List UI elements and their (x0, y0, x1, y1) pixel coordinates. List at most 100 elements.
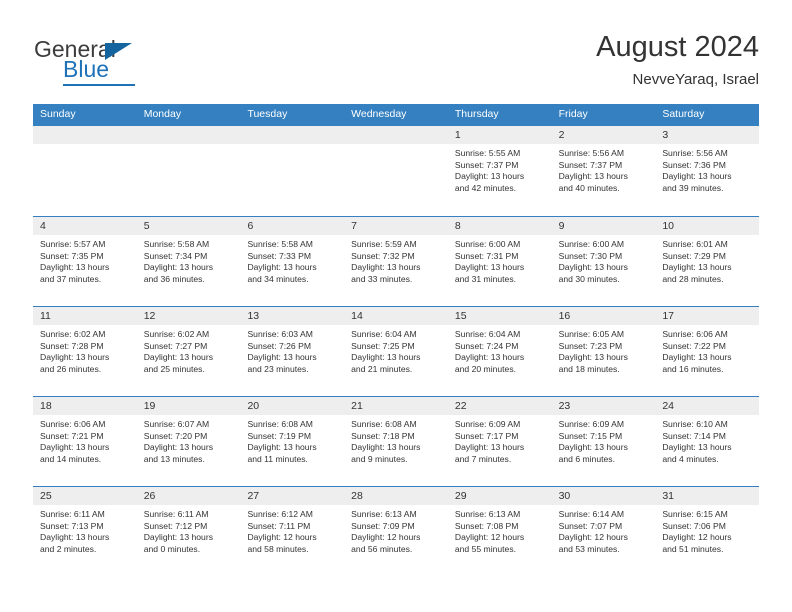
day-cell[interactable]: 21 Sunrise: 6:08 AM Sunset: 7:18 PM Dayl… (344, 397, 448, 486)
sunrise-text: Sunrise: 6:04 AM (351, 329, 417, 339)
day-number: 7 (344, 217, 448, 235)
day-number: 26 (136, 487, 241, 505)
day-details: Sunrise: 6:13 AM Sunset: 7:09 PM Dayligh… (344, 505, 448, 555)
day-cell[interactable]: 18 Sunrise: 6:06 AM Sunset: 7:21 PM Dayl… (33, 397, 137, 486)
daylight-text-line2: and 14 minutes. (40, 453, 102, 464)
week-row: 11 Sunrise: 6:02 AM Sunset: 7:28 PM Dayl… (33, 306, 760, 396)
daylight-text-line1: Daylight: 12 hours (247, 532, 317, 543)
day-details (344, 144, 448, 148)
day-details: Sunrise: 6:02 AM Sunset: 7:28 PM Dayligh… (33, 325, 137, 375)
daylight-text-line2: and 56 minutes. (351, 543, 413, 554)
sunrise-text: Sunrise: 6:12 AM (247, 509, 313, 519)
day-cell[interactable]: 13 Sunrise: 6:03 AM Sunset: 7:26 PM Dayl… (240, 307, 345, 396)
daylight-text-line2: and 31 minutes. (454, 273, 517, 284)
triangle-icon (105, 43, 132, 60)
weekday-header-friday: Friday (558, 108, 588, 120)
day-cell[interactable]: 10 Sunrise: 6:01 AM Sunset: 7:29 PM Dayl… (655, 217, 760, 306)
day-cell[interactable]: 31 Sunrise: 6:15 AM Sunset: 7:06 PM Dayl… (655, 487, 760, 576)
day-cell[interactable]: 7 Sunrise: 5:59 AM Sunset: 7:32 PM Dayli… (344, 217, 448, 306)
day-details: Sunrise: 5:55 AM Sunset: 7:37 PM Dayligh… (448, 144, 552, 194)
day-cell[interactable]: 28 Sunrise: 6:13 AM Sunset: 7:09 PM Dayl… (344, 487, 448, 576)
page-header: General Blue August 2024 NevveYaraq, Isr… (0, 0, 792, 103)
daylight-text-line2: and 36 minutes. (143, 273, 205, 284)
day-details: Sunrise: 6:10 AM Sunset: 7:14 PM Dayligh… (655, 415, 759, 465)
day-details: Sunrise: 6:04 AM Sunset: 7:24 PM Dayligh… (448, 325, 552, 375)
day-cell[interactable]: 27 Sunrise: 6:12 AM Sunset: 7:11 PM Dayl… (240, 487, 345, 576)
title-block: August 2024 NevveYaraq, Israel (596, 30, 759, 90)
sunrise-text: Sunrise: 6:13 AM (454, 509, 521, 519)
day-cell[interactable]: 4 Sunrise: 5:57 AM Sunset: 7:35 PM Dayli… (33, 217, 137, 306)
brand-underline (63, 84, 135, 86)
daylight-text-line2: and 18 minutes. (558, 363, 620, 374)
sunrise-text: Sunrise: 6:00 AM (454, 239, 521, 249)
daylight-text-line1: Daylight: 12 hours (662, 532, 732, 543)
daylight-text-line1: Daylight: 13 hours (662, 171, 732, 182)
day-number: 6 (240, 217, 345, 235)
day-cell[interactable]: 22 Sunrise: 6:09 AM Sunset: 7:17 PM Dayl… (447, 397, 552, 486)
daylight-text-line1: Daylight: 13 hours (454, 352, 525, 363)
daylight-text-line1: Daylight: 13 hours (351, 352, 421, 363)
sunset-text: Sunset: 7:37 PM (454, 159, 519, 170)
daylight-text-line1: Daylight: 13 hours (454, 262, 525, 273)
day-cell[interactable]: 3 Sunrise: 5:56 AM Sunset: 7:36 PM Dayli… (655, 126, 760, 216)
daylight-text-line2: and 13 minutes. (143, 453, 205, 464)
day-cell[interactable]: 12 Sunrise: 6:02 AM Sunset: 7:27 PM Dayl… (136, 307, 241, 396)
day-cell[interactable]: 17 Sunrise: 6:06 AM Sunset: 7:22 PM Dayl… (655, 307, 760, 396)
daylight-text-line2: and 53 minutes. (558, 543, 620, 554)
day-cell[interactable]: 6 Sunrise: 5:58 AM Sunset: 7:33 PM Dayli… (240, 217, 345, 306)
day-cell[interactable]: 8 Sunrise: 6:00 AM Sunset: 7:31 PM Dayli… (447, 217, 552, 306)
sunrise-text: Sunrise: 5:57 AM (40, 239, 106, 249)
day-details: Sunrise: 6:04 AM Sunset: 7:25 PM Dayligh… (344, 325, 448, 375)
daylight-text-line2: and 26 minutes. (40, 363, 102, 374)
daylight-text-line1: Daylight: 13 hours (247, 352, 317, 363)
day-cell[interactable]: 25 Sunrise: 6:11 AM Sunset: 7:13 PM Dayl… (33, 487, 137, 576)
day-cell[interactable]: 9 Sunrise: 6:00 AM Sunset: 7:30 PM Dayli… (551, 217, 656, 306)
day-cell[interactable]: 2 Sunrise: 5:56 AM Sunset: 7:37 PM Dayli… (551, 126, 656, 216)
day-cell[interactable]: 14 Sunrise: 6:04 AM Sunset: 7:25 PM Dayl… (344, 307, 448, 396)
day-cell[interactable] (136, 126, 241, 216)
daylight-text-line2: and 30 minutes. (558, 273, 620, 284)
brand-logo[interactable]: General Blue (34, 36, 254, 86)
day-details (240, 144, 344, 148)
day-cell[interactable]: 19 Sunrise: 6:07 AM Sunset: 7:20 PM Dayl… (136, 397, 241, 486)
daylight-text-line1: Daylight: 13 hours (351, 262, 421, 273)
day-cell[interactable]: 5 Sunrise: 5:58 AM Sunset: 7:34 PM Dayli… (136, 217, 241, 306)
day-number (136, 126, 241, 144)
sunset-text: Sunset: 7:21 PM (40, 430, 104, 441)
weekday-header-monday: Monday (143, 108, 182, 120)
daylight-text-line1: Daylight: 13 hours (40, 442, 110, 453)
day-number: 25 (33, 487, 137, 505)
daylight-text-line1: Daylight: 13 hours (247, 262, 317, 273)
day-cell[interactable] (33, 126, 137, 216)
day-details: Sunrise: 6:13 AM Sunset: 7:08 PM Dayligh… (448, 505, 552, 555)
day-cell[interactable]: 16 Sunrise: 6:05 AM Sunset: 7:23 PM Dayl… (551, 307, 656, 396)
daylight-text-line2: and 20 minutes. (454, 363, 517, 374)
sunrise-text: Sunrise: 5:58 AM (247, 239, 313, 249)
day-cell[interactable] (344, 126, 448, 216)
day-number: 19 (136, 397, 241, 415)
day-cell[interactable]: 20 Sunrise: 6:08 AM Sunset: 7:19 PM Dayl… (240, 397, 345, 486)
sunset-text: Sunset: 7:29 PM (662, 250, 726, 261)
sunset-text: Sunset: 7:07 PM (558, 520, 623, 531)
sunrise-text: Sunrise: 5:59 AM (351, 239, 417, 249)
daylight-text-line2: and 4 minutes. (662, 453, 719, 464)
day-number: 22 (447, 397, 552, 415)
day-number: 11 (33, 307, 137, 325)
sunrise-text: Sunrise: 6:02 AM (143, 329, 210, 339)
day-cell[interactable]: 11 Sunrise: 6:02 AM Sunset: 7:28 PM Dayl… (33, 307, 137, 396)
daylight-text-line1: Daylight: 13 hours (662, 352, 732, 363)
day-cell[interactable]: 23 Sunrise: 6:09 AM Sunset: 7:15 PM Dayl… (551, 397, 656, 486)
day-cell[interactable]: 15 Sunrise: 6:04 AM Sunset: 7:24 PM Dayl… (447, 307, 552, 396)
sunrise-text: Sunrise: 6:11 AM (40, 509, 105, 519)
day-details (137, 144, 241, 148)
day-cell[interactable]: 24 Sunrise: 6:10 AM Sunset: 7:14 PM Dayl… (655, 397, 760, 486)
sunset-text: Sunset: 7:25 PM (351, 340, 415, 351)
day-cell[interactable]: 26 Sunrise: 6:11 AM Sunset: 7:12 PM Dayl… (136, 487, 241, 576)
day-cell[interactable]: 29 Sunrise: 6:13 AM Sunset: 7:08 PM Dayl… (447, 487, 552, 576)
day-cell[interactable]: 30 Sunrise: 6:14 AM Sunset: 7:07 PM Dayl… (551, 487, 656, 576)
sunrise-text: Sunrise: 5:55 AM (454, 148, 521, 158)
day-cell[interactable] (240, 126, 345, 216)
daylight-text-line2: and 6 minutes. (558, 453, 615, 464)
day-cell[interactable]: 1 Sunrise: 5:55 AM Sunset: 7:37 PM Dayli… (447, 126, 552, 216)
sunrise-text: Sunrise: 6:00 AM (558, 239, 625, 249)
